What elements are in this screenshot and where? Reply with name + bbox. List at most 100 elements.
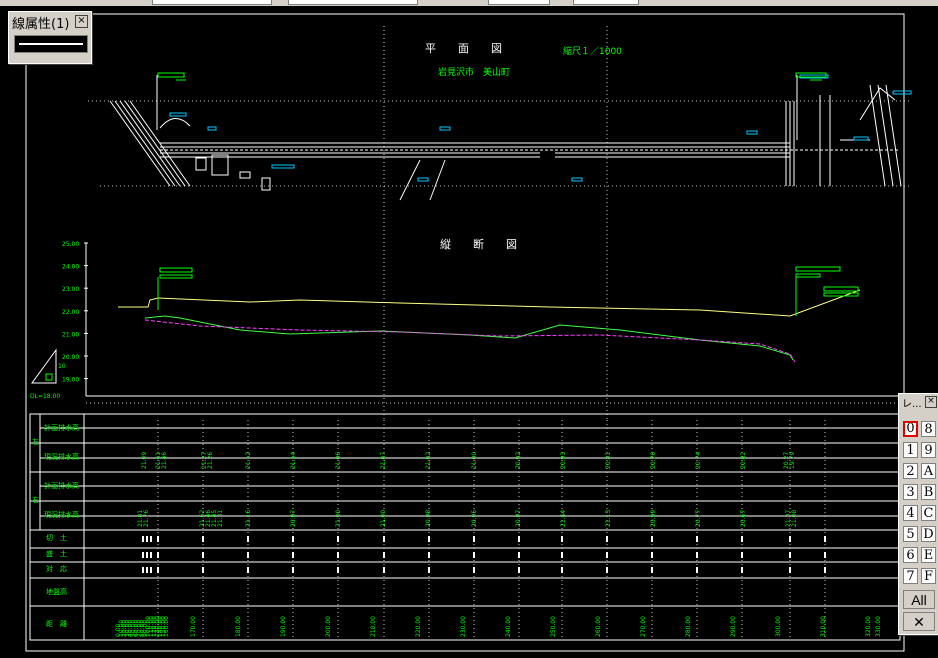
table-row-label: 地盤高 bbox=[46, 587, 67, 596]
profile-datum: DL=18.00 bbox=[30, 393, 60, 400]
value-distance: 200.00 bbox=[325, 616, 332, 637]
value-distance: 300.00 bbox=[775, 616, 782, 637]
axis-tick-label: 23.00 bbox=[62, 286, 79, 293]
value-distance: 260.00 bbox=[595, 616, 602, 637]
table-row-label: 現況排水高 bbox=[44, 510, 79, 519]
close-icon[interactable]: × bbox=[925, 396, 937, 408]
layer-button-6[interactable]: 6 bbox=[903, 547, 918, 563]
row-tick bbox=[247, 567, 249, 573]
value-left-current: 21.12 bbox=[245, 452, 252, 469]
layer-button-a[interactable]: A bbox=[921, 463, 936, 479]
value-left-current: 21.26 bbox=[207, 452, 214, 469]
value-distance: 270.00 bbox=[640, 616, 647, 637]
row-tick bbox=[292, 567, 294, 573]
value-distance: 170.00 bbox=[190, 616, 197, 637]
row-tick bbox=[383, 567, 385, 573]
table-row-label: 盛 土 bbox=[46, 549, 67, 558]
axis-tick-label: 21.00 bbox=[62, 331, 79, 338]
row-tick bbox=[518, 536, 520, 542]
table-row-label: 計画排水高 bbox=[44, 481, 79, 490]
value-distance: 280.00 bbox=[685, 616, 692, 637]
row-tick bbox=[150, 552, 152, 558]
row-tick bbox=[696, 552, 698, 558]
value-distance: 240.00 bbox=[505, 616, 512, 637]
table-row-label: 対 応 bbox=[46, 564, 67, 573]
toolbar-field-3[interactable] bbox=[488, 0, 550, 5]
row-tick bbox=[292, 536, 294, 542]
layer-button-c[interactable]: C bbox=[921, 505, 936, 521]
layer-button-7[interactable]: 7 bbox=[903, 568, 918, 584]
toolbar-field-2[interactable] bbox=[288, 0, 418, 5]
row-tick bbox=[157, 552, 159, 558]
line-style-swatch[interactable] bbox=[14, 35, 88, 53]
value-left-current: 20.93 bbox=[560, 452, 567, 469]
plan-title: 平 面 図 bbox=[425, 42, 502, 55]
toolbar-field-4[interactable] bbox=[573, 0, 639, 5]
value-right-current: 21.16 bbox=[245, 510, 252, 527]
layer-palette[interactable]: レ... × 08192A3B4C5D6E7F All ✕ bbox=[898, 393, 938, 635]
scale-triangle bbox=[31, 348, 57, 384]
table-row-label: 計画排水高 bbox=[44, 423, 79, 432]
layer-all-button[interactable]: All bbox=[903, 590, 935, 609]
row-tick bbox=[473, 536, 475, 542]
value-distance: 320.00 bbox=[865, 616, 872, 637]
profile-title: 縦 断 図 bbox=[440, 237, 517, 251]
value-left-current: 20.76 bbox=[650, 452, 657, 469]
layer-button-3[interactable]: 3 bbox=[903, 484, 918, 500]
plan-location: 岩見沢市 美山町 bbox=[438, 66, 510, 78]
row-tick bbox=[824, 552, 826, 558]
row-tick bbox=[606, 536, 608, 542]
row-tick bbox=[150, 536, 152, 542]
close-icon[interactable]: ✕ bbox=[903, 612, 935, 631]
value-left-current: 21.00 bbox=[471, 452, 478, 469]
layer-button-2[interactable]: 2 bbox=[903, 463, 918, 479]
layer-button-d[interactable]: D bbox=[921, 526, 936, 542]
plan-markers bbox=[169, 74, 912, 182]
data-table: 計画排水高現況排水高計画排水高現況排水高切 土盛 土対 応地盤高距 離左右 21… bbox=[29, 413, 901, 641]
row-tick bbox=[337, 536, 339, 542]
axis-tick-label: 20.00 bbox=[62, 354, 79, 361]
row-tick bbox=[473, 567, 475, 573]
row-tick bbox=[142, 536, 144, 542]
row-tick bbox=[142, 552, 144, 558]
layer-button-9[interactable]: 9 bbox=[921, 442, 936, 458]
drawing-canvas[interactable]: 平 面 図 縮尺１／1000 岩見沢市 美山町 縦 断 図 25.0024.00… bbox=[0, 6, 938, 658]
row-tick bbox=[292, 552, 294, 558]
axis-tick-label: 25.00 bbox=[62, 241, 79, 248]
toolbar-field-1[interactable] bbox=[152, 0, 272, 5]
layer-button-8[interactable]: 8 bbox=[921, 421, 936, 437]
value-distance: 310.00 bbox=[820, 616, 827, 637]
row-tick bbox=[428, 567, 430, 573]
row-tick bbox=[741, 536, 743, 542]
row-tick bbox=[383, 552, 385, 558]
value-distance: 230.00 bbox=[460, 616, 467, 637]
row-tick bbox=[696, 536, 698, 542]
row-tick bbox=[142, 567, 144, 573]
row-tick bbox=[789, 536, 791, 542]
layer-button-b[interactable]: B bbox=[921, 484, 936, 500]
row-tick bbox=[518, 567, 520, 573]
layer-button-4[interactable]: 4 bbox=[903, 505, 918, 521]
value-right-current: 20.95 bbox=[471, 510, 478, 527]
layer-palette-title: レ... bbox=[902, 399, 922, 410]
drain-line bbox=[144, 319, 796, 363]
value-left-current: 21.09 bbox=[141, 452, 148, 469]
profile-view: 縦 断 図 25.00 24.00 23.00 22.00 21.00 20.00 19.0… bbox=[30, 237, 900, 404]
layer-button-5[interactable]: 5 bbox=[903, 526, 918, 542]
value-left-current: 21.14 bbox=[290, 452, 297, 469]
row-tick bbox=[383, 536, 385, 542]
row-tick bbox=[606, 552, 608, 558]
value-left-current: 20.62 bbox=[740, 452, 747, 469]
layer-button-f[interactable]: F bbox=[921, 568, 936, 584]
layer-button-e[interactable]: E bbox=[921, 547, 936, 563]
row-tick bbox=[789, 552, 791, 558]
close-icon[interactable]: × bbox=[75, 15, 88, 28]
value-right-current: 20.77 bbox=[695, 510, 702, 527]
layer-button-0[interactable]: 0 bbox=[903, 421, 918, 437]
line-attribute-palette[interactable]: 線属性(1) × bbox=[8, 11, 92, 64]
layer-button-1[interactable]: 1 bbox=[903, 442, 918, 458]
table-side-label: 右 bbox=[32, 495, 39, 504]
row-tick bbox=[247, 536, 249, 542]
axis-tick-label: 22.00 bbox=[62, 309, 79, 316]
row-tick bbox=[696, 567, 698, 573]
